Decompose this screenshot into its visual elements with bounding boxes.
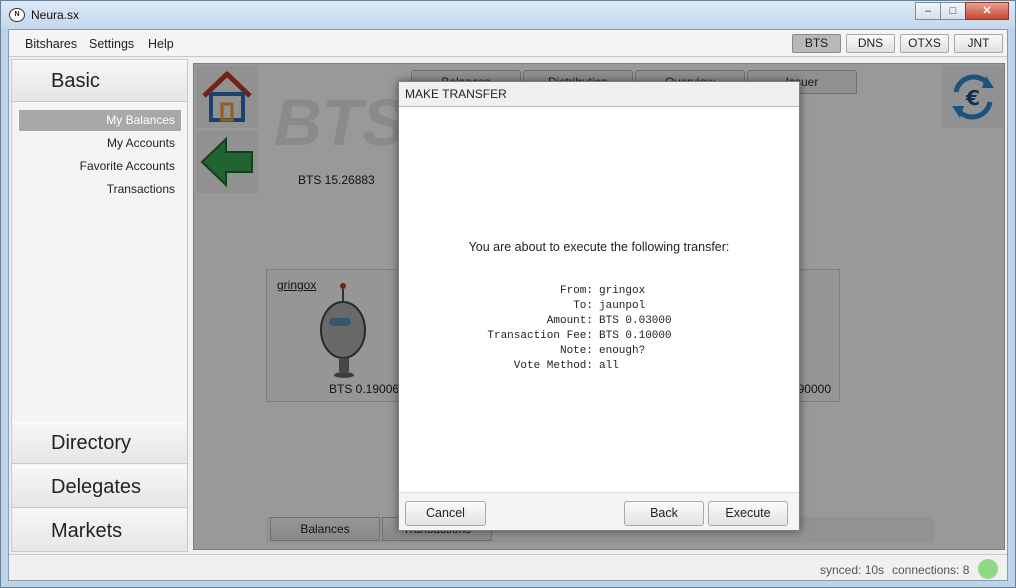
detail-value: all <box>599 360 619 372</box>
detail-row-note: Note: enough? <box>399 344 799 359</box>
cancel-button[interactable]: Cancel <box>405 501 486 526</box>
detail-label: Vote Method: <box>513 360 593 372</box>
connection-indicator-icon <box>978 559 998 579</box>
transfer-intro-text: You are about to execute the following t… <box>468 240 730 254</box>
sidebar-item-transactions[interactable]: Transactions <box>19 179 181 200</box>
window-title: Neura.sx <box>31 8 80 22</box>
detail-row-from: From: gringox <box>399 284 799 299</box>
chain-tab-jnt[interactable]: JNT <box>954 34 1003 53</box>
detail-label: Note: <box>559 345 593 357</box>
detail-row-fee: Transaction Fee: BTS 0.10000 <box>399 329 799 344</box>
sidebar-item-my-accounts[interactable]: My Accounts <box>19 133 181 154</box>
nav-section-delegates-label: Delegates <box>51 476 142 498</box>
menu-bitshares[interactable]: Bitshares <box>25 37 77 51</box>
nav-section-basic-label: Basic <box>51 70 100 92</box>
detail-value: gringox <box>599 285 646 297</box>
nav-section-delegates[interactable]: Delegates <box>12 466 187 508</box>
transfer-details: From: gringox To: jaunpol Amount: BTS 0.… <box>399 284 799 374</box>
menu-help[interactable]: Help <box>148 37 174 51</box>
neura-logo-icon: N <box>9 8 25 22</box>
back-button[interactable]: Back <box>624 501 704 526</box>
chain-tab-bts[interactable]: BTS <box>792 34 841 53</box>
nav-section-markets[interactable]: Markets <box>12 510 187 552</box>
chain-selector: BTS DNS OTXS JNT <box>787 34 1003 53</box>
make-transfer-dialog: MAKE TRANSFER You are about to execute t… <box>398 81 800 531</box>
detail-label: Amount: <box>546 315 593 327</box>
menu-bar: Bitshares Settings Help BTS DNS OTXS JNT <box>9 30 1007 57</box>
app-window: N Neura.sx ‒ □ ✕ Bitshares Settings Help… <box>0 0 1016 588</box>
nav-section-directory[interactable]: Directory <box>12 422 187 464</box>
detail-row-amount: Amount: BTS 0.03000 <box>399 314 799 329</box>
dialog-body: You are about to execute the following t… <box>399 107 799 492</box>
detail-value: enough? <box>599 345 646 357</box>
sidebar-item-favorite-accounts[interactable]: Favorite Accounts <box>19 156 181 177</box>
title-bar[interactable]: N Neura.sx ‒ □ ✕ <box>1 1 1015 29</box>
sidebar: Basic My Balances My Accounts Favorite A… <box>11 59 188 552</box>
status-bar: synced: 10s connections: 8 <box>9 554 1007 580</box>
detail-label: From: <box>559 285 593 297</box>
execute-button[interactable]: Execute <box>708 501 788 526</box>
menu-settings[interactable]: Settings <box>89 37 134 51</box>
detail-value: BTS 0.10000 <box>599 330 672 342</box>
nav-section-markets-label: Markets <box>51 520 123 542</box>
sync-status: synced: 10s <box>820 563 885 577</box>
sidebar-item-my-balances[interactable]: My Balances <box>19 110 181 131</box>
window-controls: ‒ □ ✕ <box>915 2 1009 20</box>
dialog-title[interactable]: MAKE TRANSFER <box>399 82 799 107</box>
dialog-footer: Cancel Back Execute <box>399 492 799 530</box>
detail-label: To: <box>573 300 593 312</box>
detail-value: BTS 0.03000 <box>599 315 672 327</box>
minimize-icon[interactable]: ‒ <box>915 2 941 20</box>
detail-row-vote-method: Vote Method: all <box>399 359 799 374</box>
nav-section-basic[interactable]: Basic <box>12 60 187 102</box>
connection-count: connections: 8 <box>892 563 970 577</box>
detail-label: Transaction Fee: <box>487 330 593 342</box>
nav-section-directory-label: Directory <box>51 432 132 454</box>
chain-tab-otxs[interactable]: OTXS <box>900 34 949 53</box>
detail-row-to: To: jaunpol <box>399 299 799 314</box>
chain-tab-dns[interactable]: DNS <box>846 34 895 53</box>
maximize-icon[interactable]: □ <box>940 2 966 20</box>
detail-value: jaunpol <box>599 300 646 312</box>
close-icon[interactable]: ✕ <box>965 2 1009 20</box>
